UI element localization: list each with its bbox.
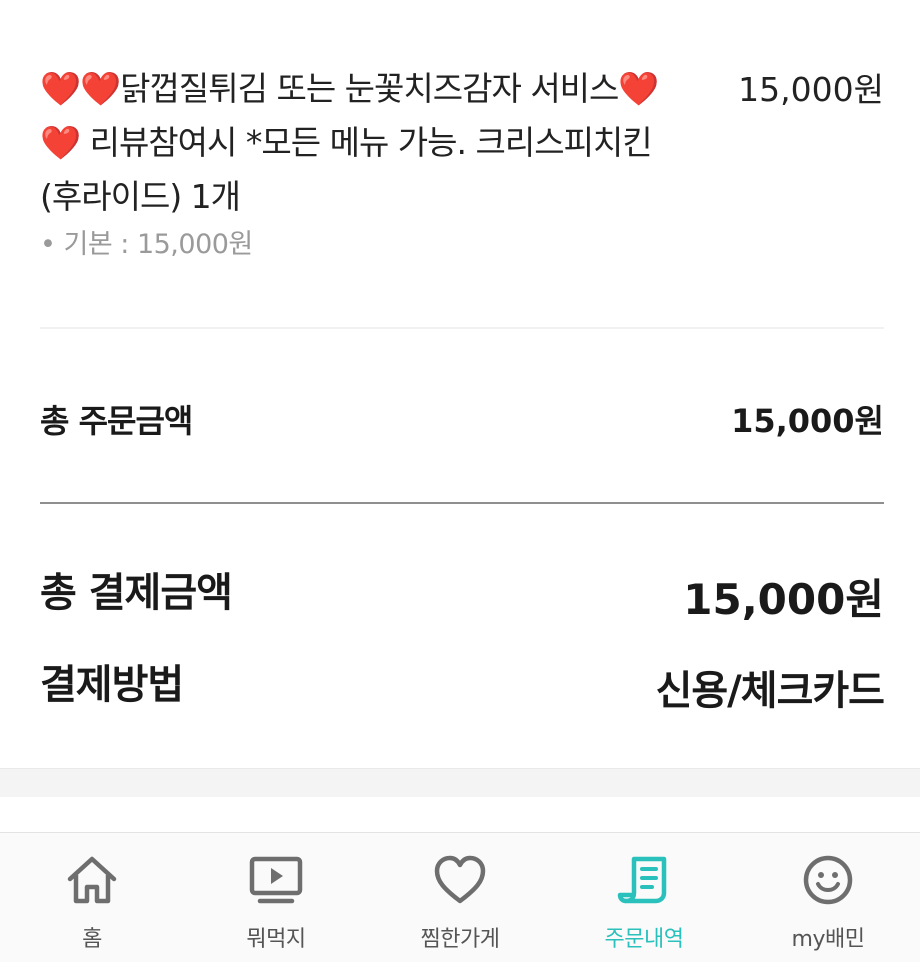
tab-home[interactable]: 홈: [0, 833, 184, 962]
home-icon: [67, 856, 117, 904]
order-detail-page: ❤️❤️닭껍질튀김 또는 눈꽃치즈감자 서비스❤️❤️ 리뷰참여시 *모든 메뉴…: [0, 0, 920, 962]
section-separator: [0, 768, 920, 797]
tab-favorites[interactable]: 찜한가게: [368, 833, 552, 962]
heart-icon: [434, 855, 486, 904]
payment-method-value: 신용/체크카드: [655, 668, 885, 714]
tab-what-to-eat-label: 뭐먹지: [246, 927, 306, 952]
payment-total-label: 총 결제금액: [40, 570, 233, 616]
divider: [40, 502, 884, 504]
order-total-value: 15,000원: [731, 402, 884, 440]
payment-method-label: 결제방법: [40, 662, 184, 708]
tab-what-to-eat[interactable]: 뭐먹지: [184, 833, 368, 962]
payment-total-row: 총 결제금액 15,000원: [40, 560, 884, 628]
bottom-tab-bar: 홈 뭐먹지 찜한가게 주문내역 my배민: [0, 832, 920, 962]
tab-home-label: 홈: [82, 927, 102, 952]
smiley-icon: [803, 855, 853, 905]
tab-my-baemin-label: my배민: [791, 927, 865, 952]
order-item-name: ❤️❤️닭껍질튀김 또는 눈꽃치즈감자 서비스❤️❤️ 리뷰참여시 *모든 메뉴…: [40, 69, 660, 216]
tab-favorites-label: 찜한가게: [420, 927, 500, 952]
receipt-icon: [617, 856, 667, 904]
order-item-price: 15,000원: [738, 70, 884, 109]
tab-order-history-label: 주문내역: [604, 927, 684, 952]
tab-order-history[interactable]: 주문내역: [552, 833, 736, 962]
play-screen-icon: [249, 856, 303, 904]
payment-method-row: 결제방법 신용/체크카드: [40, 652, 885, 716]
order-total-label: 총 주문금액: [40, 402, 193, 440]
order-item: ❤️❤️닭껍질튀김 또는 눈꽃치즈감자 서비스❤️❤️ 리뷰참여시 *모든 메뉴…: [40, 58, 884, 328]
order-total-row: 총 주문금액 15,000원: [40, 390, 884, 446]
order-item-option: • 기본 : 15,000원: [40, 229, 253, 260]
divider: [40, 327, 884, 329]
tab-my-baemin[interactable]: my배민: [736, 833, 920, 962]
payment-total-value: 15,000원: [683, 575, 884, 624]
